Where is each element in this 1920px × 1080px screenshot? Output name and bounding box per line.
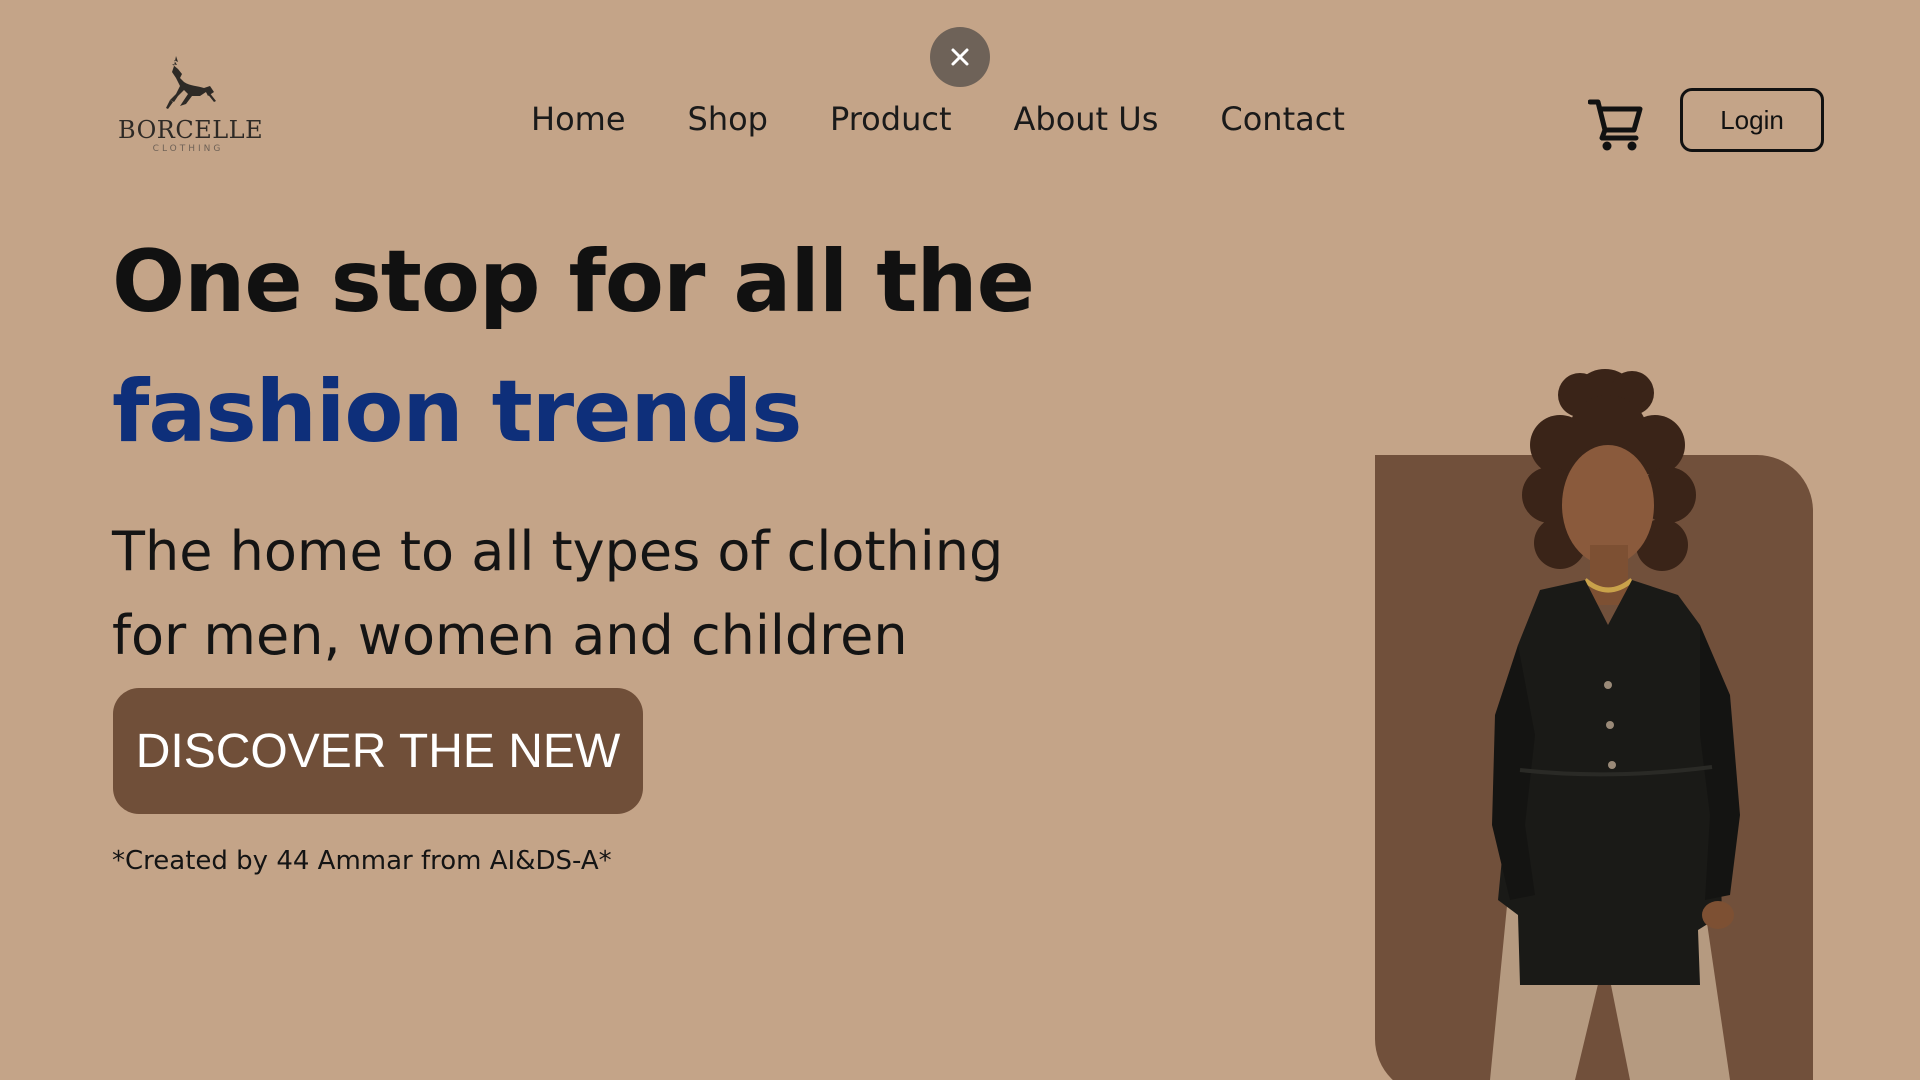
deer-logo-icon xyxy=(166,56,216,109)
hero-subtitle-line1: The home to all types of clothing xyxy=(112,520,1004,583)
landing-page: BORCELLE CLOTHING Home Shop Product Abou… xyxy=(0,0,1920,1080)
main-nav: Home Shop Product About Us Contact xyxy=(531,100,1407,138)
discover-button[interactable]: DISCOVER THE NEW xyxy=(113,688,643,814)
model-photo xyxy=(1490,369,1740,1080)
hero-subtitle-line2: for men, women and children xyxy=(112,604,908,667)
cart-button[interactable] xyxy=(1587,96,1644,152)
login-button[interactable]: Login xyxy=(1680,88,1824,152)
shopping-cart-icon xyxy=(1587,99,1643,151)
nav-about-us[interactable]: About Us xyxy=(1013,100,1158,138)
hero-title-line2: fashion trends xyxy=(112,362,802,462)
brand-logo[interactable]: BORCELLE CLOTHING xyxy=(118,52,264,162)
hero-subtitle: The home to all types of clothing for me… xyxy=(112,510,1112,678)
logo-name: BORCELLE xyxy=(118,116,264,144)
credit-text: *Created by 44 Ammar from AI&DS-A* xyxy=(112,846,612,876)
nav-contact[interactable]: Contact xyxy=(1220,100,1345,138)
close-icon xyxy=(951,48,969,66)
hero-title-line1: One stop for all the xyxy=(112,232,1035,332)
close-button[interactable] xyxy=(930,27,990,87)
logo-subtitle: CLOTHING xyxy=(152,144,224,154)
nav-product[interactable]: Product xyxy=(830,100,952,138)
nav-home[interactable]: Home xyxy=(531,100,626,138)
nav-shop[interactable]: Shop xyxy=(688,100,768,138)
